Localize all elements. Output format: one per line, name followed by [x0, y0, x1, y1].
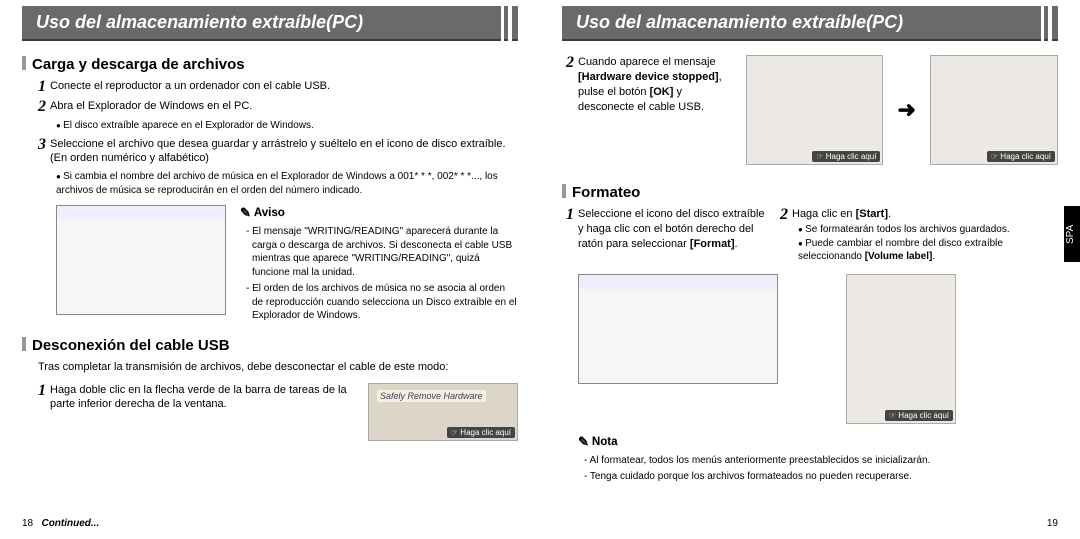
step-3-text: Seleccione el archivo que desea guardar …: [50, 137, 518, 167]
hardware-stopped-step: 2 Cuando aparece el mensaje [Hardware de…: [566, 55, 732, 114]
step-num-1f: 1: [566, 207, 574, 223]
format-context-menu-screenshot: [578, 274, 778, 384]
section-formateo-text: Formateo: [572, 184, 640, 201]
hardware-stopped-text: Cuando aparece el mensaje [Hardware devi…: [578, 55, 732, 114]
step-2-text: Abra el Explorador de Windows en el PC.: [50, 99, 252, 114]
safely-remove-dialog-screenshot: Haga clic aquí: [746, 55, 884, 165]
aviso-item-1: - El mensaje "WRITING/READING" aparecerá…: [246, 225, 518, 279]
hardware-stopped-row: 2 Cuando aparece el mensaje [Hardware de…: [566, 55, 1058, 165]
desconexion-row: 1 Haga doble clic en la flecha verde de …: [38, 383, 518, 441]
systray-screenshot: Safely Remove Hardware Haga clic aquí: [368, 383, 518, 441]
formateo-step-1: 1 Seleccione el icono del disco extraíbl…: [566, 207, 766, 252]
safely-remove-tooltip: Safely Remove Hardware: [377, 390, 486, 402]
step-num-1b: 1: [38, 383, 46, 399]
stop-device-dialog-screenshot: Haga clic aquí: [930, 55, 1058, 165]
section-bar-icon: [562, 184, 566, 198]
step-num-2f: 2: [780, 207, 788, 223]
header-left-container: Uso del almacenamiento extraíble(PC): [22, 6, 518, 41]
step-3: 3Seleccione el archivo que desea guardar…: [38, 137, 518, 167]
step-num-2r: 2: [566, 55, 574, 71]
step-num-1: 1: [38, 79, 46, 95]
nota-item-1: - Al formatear, todos los menús anterior…: [584, 454, 1058, 468]
click-here-caption: Haga clic aquí: [812, 151, 880, 162]
section-desconexion-text: Desconexión del cable USB: [32, 337, 230, 354]
formateo-bullet-1: Se formatearán todos los archivos guarda…: [798, 223, 1058, 237]
section-bar-icon: [22, 56, 26, 70]
nota-label: ✎Nota: [578, 434, 617, 450]
aviso-item-2: - El orden de los archivos de música no …: [246, 282, 518, 323]
windows-explorer-screenshot: [56, 205, 226, 315]
nota-list: - Al formatear, todos los menús anterior…: [584, 454, 1058, 484]
aviso-label: ✎Aviso: [240, 205, 285, 221]
aviso-block: ✎Aviso - El mensaje "WRITING/READING" ap…: [240, 205, 518, 326]
formateo-step-2-text: Haga clic en [Start].: [792, 207, 891, 222]
step-2: 2 Abra el Explorador de Windows en el PC.: [38, 99, 518, 115]
click-here-caption: Haga clic aquí: [987, 151, 1055, 162]
language-tab-spa: SPA: [1064, 206, 1080, 262]
step-num-3: 3: [38, 137, 46, 153]
continued-label: Continued...: [41, 518, 99, 529]
arrow-right-icon: ➜: [897, 97, 915, 123]
nota-item-2: - Tenga cuidado porque los archivos form…: [584, 470, 1058, 484]
section-carga-text: Carga y descarga de archivos: [32, 56, 245, 73]
section-desconexion-title: Desconexión del cable USB: [22, 336, 518, 354]
manual-spread: Uso del almacenamiento extraíble(PC) Car…: [0, 0, 1080, 539]
explorer-aviso-row: ✎Aviso - El mensaje "WRITING/READING" ap…: [56, 205, 518, 326]
formateo-screenshots-row: Haga clic aquí: [578, 274, 1058, 424]
step-1-text: Conecte el reproductor a un ordenador co…: [50, 79, 330, 94]
pencil-icon: ✎: [240, 205, 251, 221]
aviso-list: - El mensaje "WRITING/READING" aparecerá…: [246, 225, 518, 323]
desconexion-step: 1 Haga doble clic en la flecha verde de …: [38, 383, 354, 413]
formateo-row: 1 Seleccione el icono del disco extraíbl…: [566, 207, 1058, 264]
section-carga-title: Carga y descarga de archivos: [22, 55, 518, 73]
desconexion-intro: Tras completar la transmisión de archivo…: [38, 360, 518, 375]
page-num-18: 18: [22, 518, 33, 529]
nota-block: ✎Nota - Al formatear, todos los menús an…: [578, 434, 1058, 484]
pencil-icon: ✎: [578, 434, 589, 450]
section-formateo-title: Formateo: [562, 183, 1058, 201]
step-num-2: 2: [38, 99, 46, 115]
nota-label-text: Nota: [592, 436, 618, 448]
formateo-step-2: 2 Haga clic en [Start].: [780, 207, 1058, 223]
formateo-bullet-2: Puede cambiar el nombre del disco extraí…: [798, 237, 1058, 264]
page-right: Uso del almacenamiento extraíble(PC) 2 C…: [540, 0, 1080, 539]
section-bar-icon: [22, 337, 26, 351]
formateo-step-1-text: Seleccione el icono del disco extraíble …: [578, 207, 766, 252]
page-num-right: 19: [1047, 518, 1058, 529]
desconexion-step-text: Haga doble clic en la flecha verde de la…: [50, 383, 354, 413]
aviso-label-text: Aviso: [254, 207, 285, 219]
formateo-step-2-block: 2 Haga clic en [Start]. Se formatearán t…: [780, 207, 1058, 264]
header-right-container: Uso del almacenamiento extraíble(PC): [562, 6, 1058, 41]
click-here-caption: Haga clic aquí: [447, 427, 515, 438]
step-2-bullet: El disco extraíble aparece en el Explora…: [56, 119, 518, 133]
page-left: Uso del almacenamiento extraíble(PC) Car…: [0, 0, 540, 539]
page-num-left: 18 Continued...: [22, 518, 99, 529]
header-left: Uso del almacenamiento extraíble(PC): [22, 6, 518, 41]
step-3-bullet: Si cambia el nombre del archivo de músic…: [56, 170, 518, 197]
step-1: 1 Conecte el reproductor a un ordenador c…: [38, 79, 518, 95]
header-right: Uso del almacenamiento extraíble(PC): [562, 6, 1058, 41]
format-dialog-screenshot: Haga clic aquí: [846, 274, 956, 424]
click-here-caption: Haga clic aquí: [885, 410, 953, 421]
